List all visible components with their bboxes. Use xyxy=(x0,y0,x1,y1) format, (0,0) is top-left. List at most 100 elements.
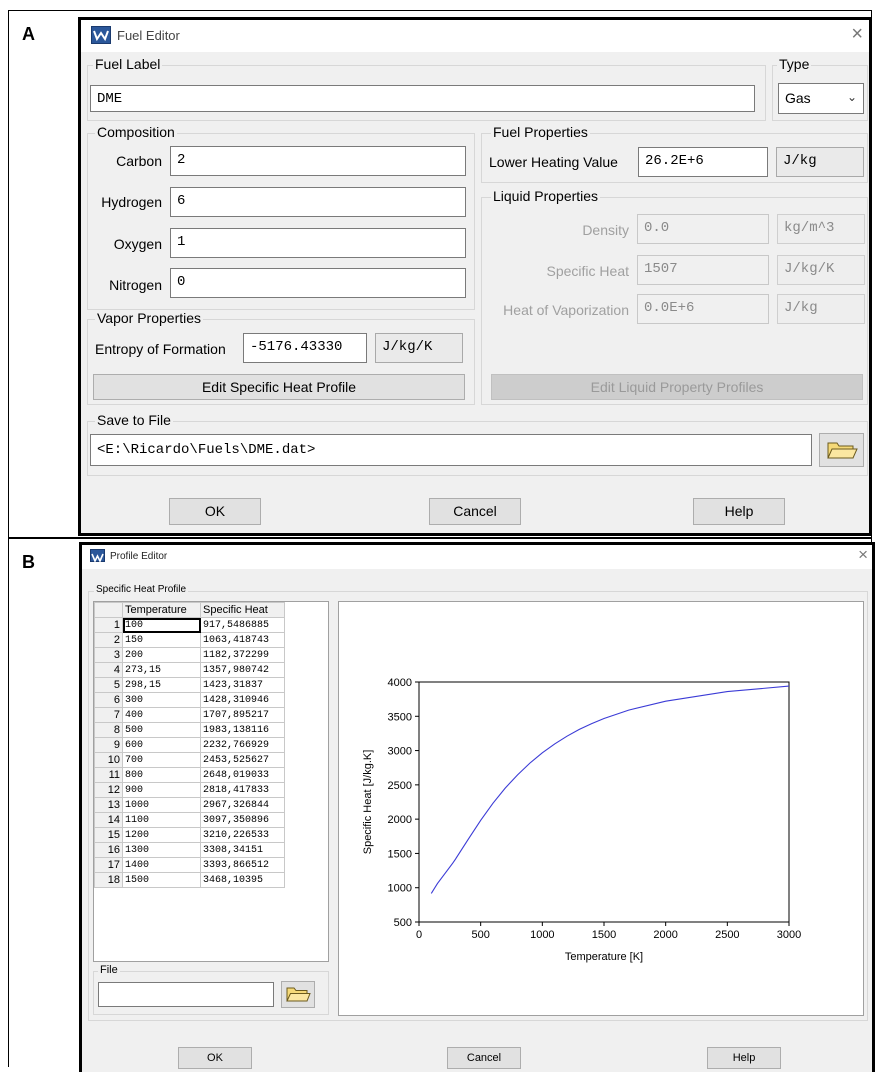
specific-heat-cell[interactable]: 1428,310946 xyxy=(200,692,285,708)
specific-heat-cell[interactable]: 2648,019033 xyxy=(200,767,285,783)
nitrogen-label: Nitrogen xyxy=(109,277,162,293)
table-row[interactable]: 1 100 917,5486885 xyxy=(94,617,285,633)
profile-file-input[interactable] xyxy=(98,982,274,1007)
temperature-cell[interactable]: 700 xyxy=(122,752,201,768)
table-row[interactable]: 2 150 1063,418743 xyxy=(94,632,285,648)
title-bar-b: Profile Editor × xyxy=(82,545,872,569)
temperature-cell[interactable]: 900 xyxy=(122,782,201,798)
close-icon[interactable]: × xyxy=(858,545,868,565)
y-tick-label: 500 xyxy=(394,917,412,929)
cancel-button[interactable]: Cancel xyxy=(429,498,521,525)
temperature-cell[interactable]: 100 xyxy=(122,617,201,633)
temperature-cell[interactable]: 1300 xyxy=(122,842,201,858)
temperature-cell[interactable]: 273,15 xyxy=(122,662,201,678)
temperature-cell[interactable]: 1500 xyxy=(122,872,201,888)
table-row[interactable]: 17 1400 3393,866512 xyxy=(94,857,285,873)
heat-of-vaporization-unit[interactable]: J/kg xyxy=(777,294,865,324)
ok-button[interactable]: OK xyxy=(169,498,261,525)
oxygen-label: Oxygen xyxy=(113,236,162,252)
specific-heat-cell[interactable]: 1357,980742 xyxy=(200,662,285,678)
table-row[interactable]: 4 273,15 1357,980742 xyxy=(94,662,285,678)
table-row[interactable]: 3 200 1182,372299 xyxy=(94,647,285,663)
specific-heat-cell[interactable]: 2232,766929 xyxy=(200,737,285,753)
entropy-of-formation-input[interactable]: -5176.43330 xyxy=(243,333,367,363)
x-tick-label: 0 xyxy=(416,929,422,941)
density-label: Density xyxy=(582,222,629,238)
carbon-input[interactable]: 2 xyxy=(170,146,466,176)
type-select[interactable]: Gas ⌄ xyxy=(778,83,864,114)
lower-heating-value-input[interactable]: 26.2E+6 xyxy=(638,147,768,177)
table-row[interactable]: 18 1500 3468,10395 xyxy=(94,872,285,888)
temperature-cell[interactable]: 1000 xyxy=(122,797,201,813)
temperature-cell[interactable]: 298,15 xyxy=(122,677,201,693)
heat-of-vaporization-input[interactable]: 0.0E+6 xyxy=(637,294,769,324)
specific-heat-cell[interactable]: 2967,326844 xyxy=(200,797,285,813)
table-row[interactable]: 10 700 2453,525627 xyxy=(94,752,285,768)
edit-specific-heat-profile-button[interactable]: Edit Specific Heat Profile xyxy=(93,374,465,400)
specific-heat-cell[interactable]: 3308,34151 xyxy=(200,842,285,858)
help-button[interactable]: Help xyxy=(693,498,785,525)
table-row[interactable]: 14 1100 3097,350896 xyxy=(94,812,285,828)
density-input[interactable]: 0.0 xyxy=(637,214,769,244)
specific-heat-header[interactable]: Specific Heat xyxy=(200,602,285,618)
table-row[interactable]: 12 900 2818,417833 xyxy=(94,782,285,798)
row-number-cell: 8 xyxy=(94,722,123,738)
liquid-specific-heat-input[interactable]: 1507 xyxy=(637,255,769,285)
specific-heat-cell[interactable]: 1423,31837 xyxy=(200,677,285,693)
temperature-cell[interactable]: 300 xyxy=(122,692,201,708)
oxygen-input[interactable]: 1 xyxy=(170,228,466,258)
vapor-properties-heading: Vapor Properties xyxy=(95,310,204,326)
browse-folder-button[interactable] xyxy=(819,433,864,467)
y-tick-label: 2000 xyxy=(388,814,412,826)
temperature-cell[interactable]: 1100 xyxy=(122,812,201,828)
panel-b-letter: B xyxy=(22,552,35,572)
profile-browse-folder-button[interactable] xyxy=(281,981,315,1008)
profile-table[interactable]: Temperature Specific Heat 1 100 917,548688… xyxy=(93,601,329,962)
specific-heat-cell[interactable]: 917,5486885 xyxy=(200,617,285,633)
ok-button-b[interactable]: OK xyxy=(178,1047,252,1069)
table-row[interactable]: 9 600 2232,766929 xyxy=(94,737,285,753)
temperature-cell[interactable]: 200 xyxy=(122,647,201,663)
entropy-of-formation-unit[interactable]: J/kg/K xyxy=(375,333,463,363)
row-number-cell: 4 xyxy=(94,662,123,678)
edit-liquid-property-profiles-button[interactable]: Edit Liquid Property Profiles xyxy=(491,374,863,400)
y-tick-label: 2500 xyxy=(388,780,412,792)
nitrogen-input[interactable]: 0 xyxy=(170,268,466,298)
temperature-cell[interactable]: 500 xyxy=(122,722,201,738)
temperature-cell[interactable]: 1400 xyxy=(122,857,201,873)
temperature-cell[interactable]: 150 xyxy=(122,632,201,648)
temperature-cell[interactable]: 800 xyxy=(122,767,201,783)
specific-heat-cell[interactable]: 3097,350896 xyxy=(200,812,285,828)
help-button-b[interactable]: Help xyxy=(707,1047,781,1069)
specific-heat-cell[interactable]: 1707,895217 xyxy=(200,707,285,723)
table-row[interactable]: 7 400 1707,895217 xyxy=(94,707,285,723)
table-row[interactable]: 8 500 1983,138116 xyxy=(94,722,285,738)
table-row[interactable]: 11 800 2648,019033 xyxy=(94,767,285,783)
specific-heat-cell[interactable]: 1983,138116 xyxy=(200,722,285,738)
temperature-cell[interactable]: 600 xyxy=(122,737,201,753)
lower-heating-value-unit[interactable]: J/kg xyxy=(776,147,864,177)
specific-heat-cell[interactable]: 3393,866512 xyxy=(200,857,285,873)
table-row[interactable]: 15 1200 3210,226533 xyxy=(94,827,285,843)
close-icon[interactable]: × xyxy=(851,23,863,46)
temperature-cell[interactable]: 1200 xyxy=(122,827,201,843)
cancel-button-b[interactable]: Cancel xyxy=(447,1047,521,1069)
row-number-cell: 2 xyxy=(94,632,123,648)
specific-heat-cell[interactable]: 1182,372299 xyxy=(200,647,285,663)
specific-heat-cell[interactable]: 2818,417833 xyxy=(200,782,285,798)
fuel-label-input[interactable]: DME xyxy=(90,85,755,112)
specific-heat-cell[interactable]: 1063,418743 xyxy=(200,632,285,648)
temperature-header[interactable]: Temperature xyxy=(122,602,201,618)
density-unit[interactable]: kg/m^3 xyxy=(777,214,865,244)
specific-heat-cell[interactable]: 3468,10395 xyxy=(200,872,285,888)
table-row[interactable]: 13 1000 2967,326844 xyxy=(94,797,285,813)
table-row[interactable]: 6 300 1428,310946 xyxy=(94,692,285,708)
save-file-path-input[interactable]: <E:\Ricardo\Fuels\DME.dat> xyxy=(90,434,812,466)
table-row[interactable]: 16 1300 3308,34151 xyxy=(94,842,285,858)
liquid-specific-heat-unit[interactable]: J/kg/K xyxy=(777,255,865,285)
table-row[interactable]: 5 298,15 1423,31837 xyxy=(94,677,285,693)
specific-heat-cell[interactable]: 3210,226533 xyxy=(200,827,285,843)
specific-heat-cell[interactable]: 2453,525627 xyxy=(200,752,285,768)
temperature-cell[interactable]: 400 xyxy=(122,707,201,723)
hydrogen-input[interactable]: 6 xyxy=(170,187,466,217)
